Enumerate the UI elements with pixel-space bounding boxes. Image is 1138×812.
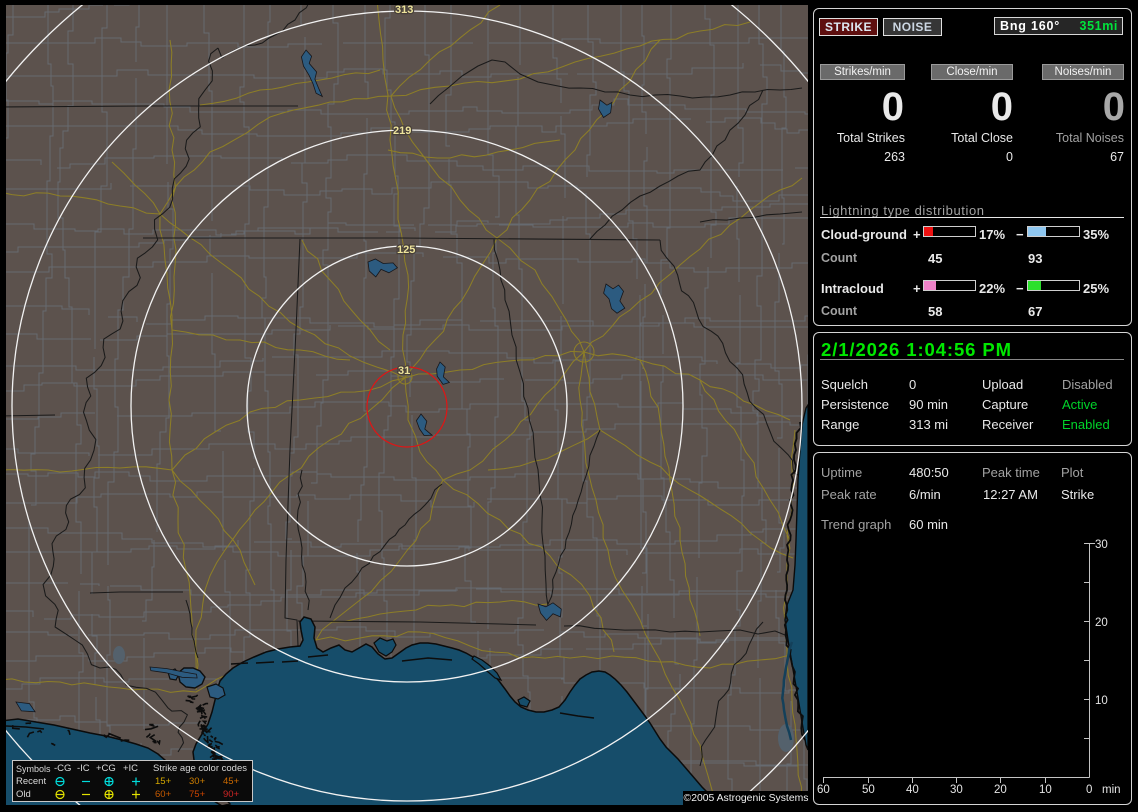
svg-text:10: 10 <box>1039 784 1052 796</box>
svg-text:30: 30 <box>950 784 963 796</box>
svg-text:313: 313 <box>395 5 413 16</box>
svg-text:125: 125 <box>397 244 415 256</box>
svg-text:219: 219 <box>393 125 411 137</box>
svg-text:31: 31 <box>398 365 410 377</box>
svg-text:0: 0 <box>1086 784 1092 796</box>
svg-text:20: 20 <box>1095 617 1108 629</box>
svg-text:30: 30 <box>1095 539 1108 551</box>
svg-text:10: 10 <box>1095 695 1108 707</box>
svg-text:50: 50 <box>862 784 875 796</box>
svg-text:40: 40 <box>906 784 919 796</box>
svg-text:min: min <box>1102 784 1121 796</box>
svg-text:20: 20 <box>994 784 1007 796</box>
svg-text:60: 60 <box>817 784 830 796</box>
